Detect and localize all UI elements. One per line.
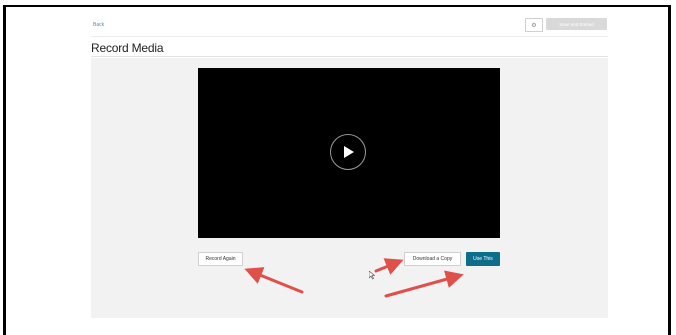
mouse-cursor-icon (369, 271, 375, 280)
title-divider (91, 56, 608, 57)
use-this-button[interactable]: Use This (466, 252, 500, 266)
record-again-button[interactable]: Record Again (198, 252, 243, 266)
gear-icon: ⚙ (531, 22, 537, 29)
play-icon (344, 146, 354, 158)
video-player[interactable] (198, 68, 500, 238)
back-link[interactable]: Back (93, 22, 104, 28)
play-button[interactable] (330, 134, 366, 170)
download-copy-button[interactable]: Download a Copy (404, 252, 461, 266)
page-title: Record Media (91, 41, 164, 55)
settings-button[interactable]: ⚙ (525, 18, 543, 32)
save-and-embed-button[interactable]: Save and Embed (546, 18, 607, 30)
header-divider (91, 36, 608, 37)
